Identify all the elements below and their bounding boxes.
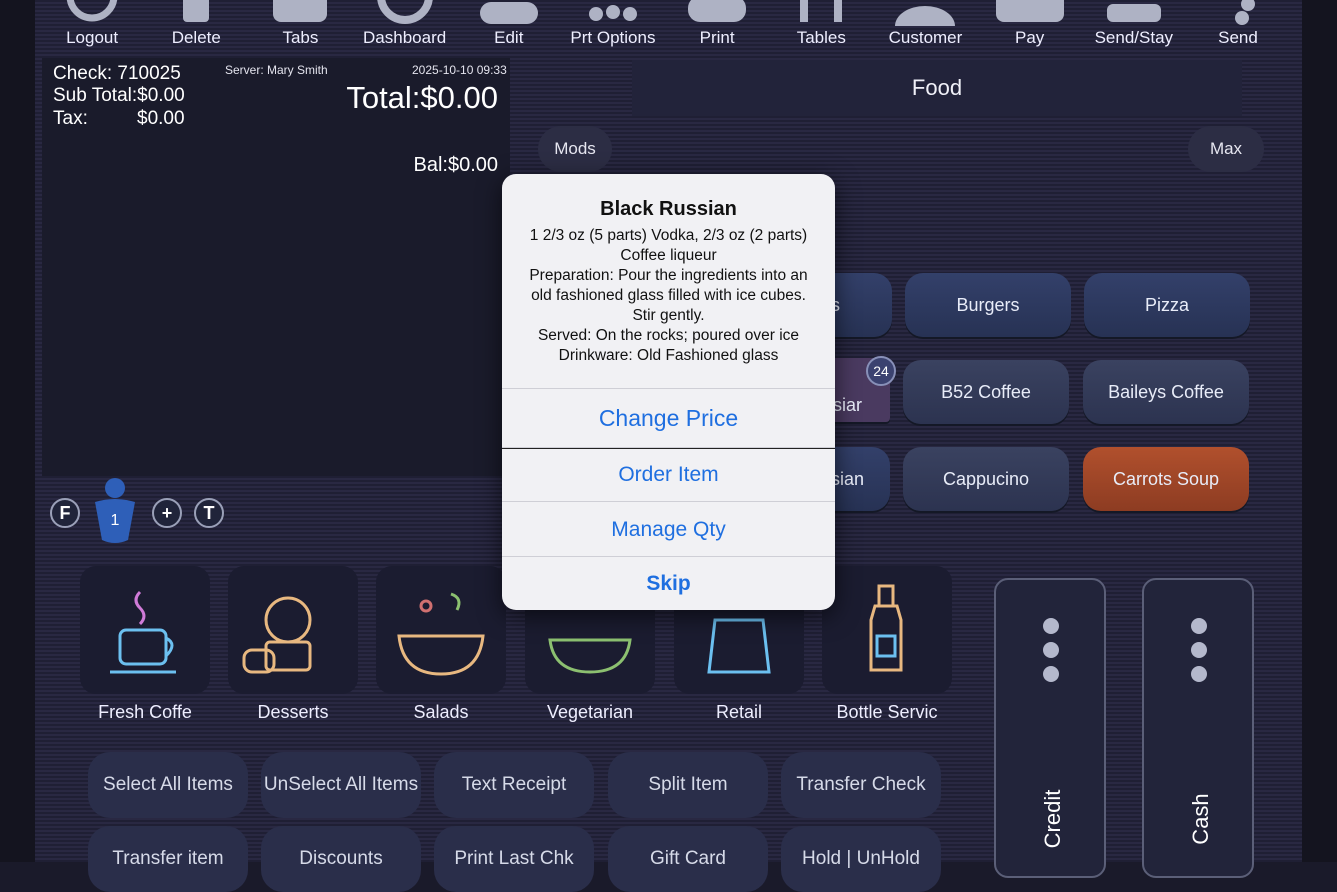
category-label: Vegetarian — [546, 702, 634, 722]
delete-button[interactable]: Delete — [144, 0, 248, 52]
server-name: Server: Mary Smith — [225, 63, 328, 77]
check-balance: Bal:$0.00 — [413, 154, 498, 176]
text-receipt-button[interactable]: Text Receipt — [434, 752, 594, 818]
table-button[interactable]: T — [194, 498, 224, 528]
seat-number: 1 — [110, 512, 120, 529]
tabs-button[interactable]: Tabs — [248, 0, 352, 52]
split-item-button[interactable]: Split Item — [608, 752, 768, 818]
dot-icon — [1191, 642, 1207, 658]
send-stay-icon — [1106, 4, 1161, 22]
printer-icon — [688, 0, 747, 22]
edit-icon — [479, 2, 538, 24]
logout-button[interactable]: Logout — [40, 0, 144, 52]
check-number: Check: 710025 — [53, 63, 181, 84]
print-button[interactable]: Print — [665, 0, 769, 52]
check-datetime: 2025-10-10 09:33 — [412, 63, 507, 77]
salad-bowl-icon — [397, 592, 485, 676]
max-button[interactable]: Max — [1188, 126, 1264, 172]
hold-unhold-button[interactable]: Hold | UnHold — [781, 826, 941, 892]
menu-item-baileys-coffee[interactable]: Baileys Coffee — [1083, 360, 1249, 424]
category-label: Bottle Servic — [836, 702, 938, 722]
manage-qty-button[interactable]: Manage Qty — [502, 501, 835, 557]
print-last-check-button[interactable]: Print Last Chk — [434, 826, 594, 892]
select-all-items-button[interactable]: Select All Items — [88, 752, 248, 818]
menu-item-cappucino[interactable]: Cappucino — [903, 447, 1069, 511]
send-stay-button[interactable]: Send/Stay — [1082, 0, 1186, 52]
print-options-icon — [588, 5, 637, 21]
dot-icon — [1043, 666, 1059, 682]
category-label: Desserts — [257, 702, 329, 722]
skip-button[interactable]: Skip — [502, 556, 835, 610]
menu-item-burgers[interactable]: Burgers — [905, 273, 1071, 337]
credit-payment-button[interactable]: Credit — [994, 578, 1106, 878]
customer-icon — [895, 6, 956, 26]
tax-label: Tax: — [53, 108, 88, 129]
category-label: Fresh Coffe — [98, 702, 192, 722]
coffee-cup-icon — [110, 590, 176, 674]
pay-icon — [995, 0, 1064, 22]
dessert-icon — [242, 596, 312, 674]
tabs-icon — [273, 0, 328, 22]
dashboard-button[interactable]: Dashboard — [353, 0, 457, 52]
add-seat-button[interactable]: + — [152, 498, 182, 528]
cash-payment-button[interactable]: Cash — [1142, 578, 1254, 878]
logout-icon — [66, 0, 118, 22]
check-panel: Check: 710025 Server: Mary Smith 2025-10… — [42, 58, 510, 476]
transfer-item-button[interactable]: Transfer item — [88, 826, 248, 892]
dialog-recipe-text: 1 2/3 oz (5 parts) Vodka, 2/3 oz (2 part… — [529, 227, 808, 364]
category-title: Food — [632, 60, 1242, 116]
cash-label: Cash — [1188, 793, 1213, 845]
fire-button[interactable]: F — [50, 498, 80, 528]
trash-icon — [183, 0, 210, 22]
category-desserts[interactable] — [228, 566, 358, 694]
mods-button[interactable]: Mods — [538, 126, 612, 172]
check-total: Total:$0.00 — [346, 80, 498, 115]
dashboard-icon — [376, 0, 433, 24]
menu-item-carrots-soup[interactable]: Carrots Soup — [1083, 447, 1249, 511]
order-item-button[interactable]: Order Item — [502, 447, 835, 502]
menu-item-pizza[interactable]: Pizza — [1084, 273, 1250, 337]
bottle-icon — [869, 584, 903, 672]
subtotal: Sub Total:$0.00 — [53, 85, 185, 106]
dot-icon — [1191, 666, 1207, 682]
send-icon — [1234, 0, 1255, 25]
item-options-dialog: Black Russian 1 2/3 oz (5 parts) Vodka, … — [502, 174, 835, 610]
transfer-check-button[interactable]: Transfer Check — [781, 752, 941, 818]
discounts-button[interactable]: Discounts — [261, 826, 421, 892]
category-fresh-coffee[interactable] — [80, 566, 210, 694]
customer-button[interactable]: Customer — [873, 0, 977, 52]
tables-button[interactable]: Tables — [769, 0, 873, 52]
top-toolbar: Logout Delete Tabs Dashboard Edit Prt Op… — [40, 0, 1290, 52]
unselect-all-items-button[interactable]: UnSelect All Items — [261, 752, 421, 818]
change-price-button[interactable]: Change Price — [502, 388, 835, 449]
dot-icon — [1043, 642, 1059, 658]
send-button[interactable]: Send — [1186, 0, 1290, 52]
tax-value: $0.00 — [137, 108, 185, 129]
category-bottle-service[interactable] — [822, 566, 952, 694]
item-count-badge: 24 — [866, 356, 896, 386]
category-salads[interactable] — [376, 566, 506, 694]
category-label: Retail — [715, 702, 763, 722]
pay-button[interactable]: Pay — [978, 0, 1082, 52]
credit-label: Credit — [1040, 789, 1065, 849]
gift-card-button[interactable]: Gift Card — [608, 826, 768, 892]
print-options-button[interactable]: Prt Options — [561, 0, 665, 52]
dialog-title: Black Russian — [600, 198, 737, 220]
dot-icon — [1191, 618, 1207, 634]
tables-icon — [800, 0, 843, 22]
menu-item-b52-coffee[interactable]: B52 Coffee — [903, 360, 1069, 424]
dot-icon — [1043, 618, 1059, 634]
edit-button[interactable]: Edit — [457, 0, 561, 52]
category-label: Salads — [413, 702, 469, 722]
